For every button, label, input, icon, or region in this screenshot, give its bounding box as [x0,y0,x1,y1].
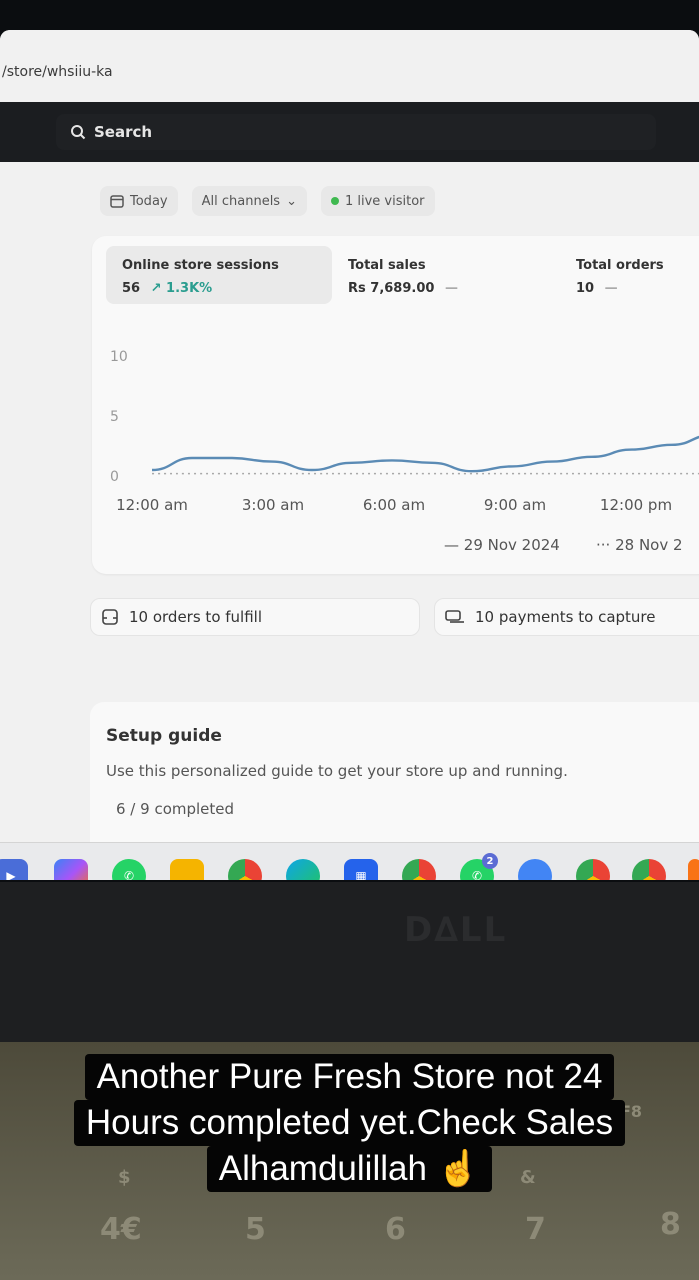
whatsapp-icon[interactable]: ✆ 2 [460,853,498,880]
metric-change: ↗ 1.3K% [150,281,213,296]
date-filter-label: Today [130,193,168,209]
setup-guide-progress: 6 / 9 completed [116,800,235,818]
metric-value: Rs 7,689.00 [348,281,435,296]
copilot-icon[interactable] [54,859,88,880]
live-visitors-button[interactable]: 1 live visitor [320,186,435,216]
payments-to-capture-button[interactable]: 10 payments to capture [434,598,699,636]
payment-icon [445,610,464,623]
inbox-icon [102,609,118,625]
metric-label: Online store sessions [122,258,279,273]
dell-logo: D∆LL [404,910,508,950]
metric-total-orders[interactable]: Total orders 10 — [560,246,699,304]
metric-change: — [444,281,458,296]
analytics-card: Online store sessions 56 ↗ 1.3K% Total s… [92,236,699,574]
key: 5 [245,1212,266,1247]
caption-line-2: Hours completed yet.Check Sales [73,1100,626,1146]
windows-taskbar: ▶ ✆ ▦ ✆ 2 [0,842,699,880]
chrome-icon[interactable] [632,859,666,880]
metric-value: 56 [122,281,141,296]
metric-value-row: 56 ↗ 1.3K% [122,281,316,296]
x-tick-label: 9:00 am [484,496,546,514]
date-filter-button[interactable]: Today [100,186,178,216]
file-explorer-icon[interactable] [170,859,204,880]
legend-current-label: 29 Nov 2024 [463,536,560,554]
sessions-line-chart: 10 5 0 12:00 am 3:00 am 6:00 am 9:00 am 12:00 p… [110,349,699,514]
legend-current: — 29 Nov 2024 [444,536,560,554]
legend-line-dotted-icon: ··· [596,536,611,554]
x-tick-label: 12:00 pm [600,496,672,514]
key: 7 [525,1212,546,1247]
metric-label: Total sales [348,258,426,273]
chevron-down-icon: ⌄ [286,193,297,209]
edge-icon[interactable] [286,859,320,880]
search-label: Search [94,123,153,141]
key: 4€ [100,1212,142,1247]
live-dot-icon [330,197,339,205]
orders-to-fulfill-label: 10 orders to fulfill [129,608,263,626]
payments-to-capture-label: 10 payments to capture [475,608,656,626]
x-tick-label: 6:00 am [363,496,425,514]
legend-previous: ··· 28 Nov 2 [596,536,683,554]
remote-desktop-icon[interactable] [518,859,552,880]
channels-filter-button[interactable]: All channels ⌄ [191,186,307,216]
store-icon[interactable]: ▦ [344,859,378,880]
laptop-bezel: D∆LL [0,882,699,1042]
x-tick-label: 12:00 am [116,496,188,514]
chrome-icon[interactable] [228,859,262,880]
orders-to-fulfill-button[interactable]: 10 orders to fulfill [90,598,420,636]
filters-bar: Today All channels ⌄ 1 live visitor [100,186,435,216]
legend-line-solid-icon: — [444,536,459,554]
channels-filter-label: All channels [201,193,281,209]
y-tick-label: 0 [110,469,119,485]
caption-line-3: Alhamdulillah ☝ [206,1146,493,1192]
x-tick-label: 3:00 am [242,496,304,514]
metric-value-row: Rs 7,689.00 — [348,281,526,296]
key: 6 [385,1212,406,1247]
meet-app-icon[interactable]: ▶ [0,859,28,880]
key: 8 [660,1207,681,1242]
dashboard-page: Today All channels ⌄ 1 live visitor Onli… [0,162,699,880]
metric-label: Total orders [576,258,664,273]
search-input[interactable]: Search [56,114,656,150]
setup-guide-description: Use this personalized guide to get your … [106,762,568,780]
metric-value: 10 [576,281,595,296]
setup-guide-title: Setup guide [106,726,222,746]
metric-change: — [604,281,618,296]
legend-previous-label: 28 Nov 2 [615,536,683,554]
notification-badge: 2 [482,853,498,869]
whatsapp-icon[interactable]: ✆ [112,859,146,880]
metric-sessions[interactable]: Online store sessions 56 ↗ 1.3K% [106,246,332,304]
live-visitors-label: 1 live visitor [344,193,425,209]
app-icon[interactable] [688,859,699,880]
calendar-icon [110,195,124,208]
admin-topbar: Search [0,102,699,162]
laptop-screen: /store/whsiiu-ka Search Today All channe… [0,30,699,880]
metric-value-row: 10 — [576,281,699,296]
metric-total-sales[interactable]: Total sales Rs 7,689.00 — [332,246,542,304]
task-row: 10 orders to fulfill 10 payments to capt… [90,598,699,636]
search-icon [71,125,86,140]
y-tick-label: 5 [110,409,119,425]
y-tick-label: 10 [110,349,128,365]
url-text[interactable]: /store/whsiiu-ka [2,64,113,80]
browser-address-bar[interactable]: /store/whsiiu-ka [0,30,699,102]
chrome-icon[interactable] [576,859,610,880]
chrome-profile-icon[interactable] [402,859,436,880]
series-line [151,435,699,473]
video-caption: Another Pure Fresh Store not 24 Hours co… [0,1054,699,1192]
caption-line-1: Another Pure Fresh Store not 24 [84,1054,615,1100]
